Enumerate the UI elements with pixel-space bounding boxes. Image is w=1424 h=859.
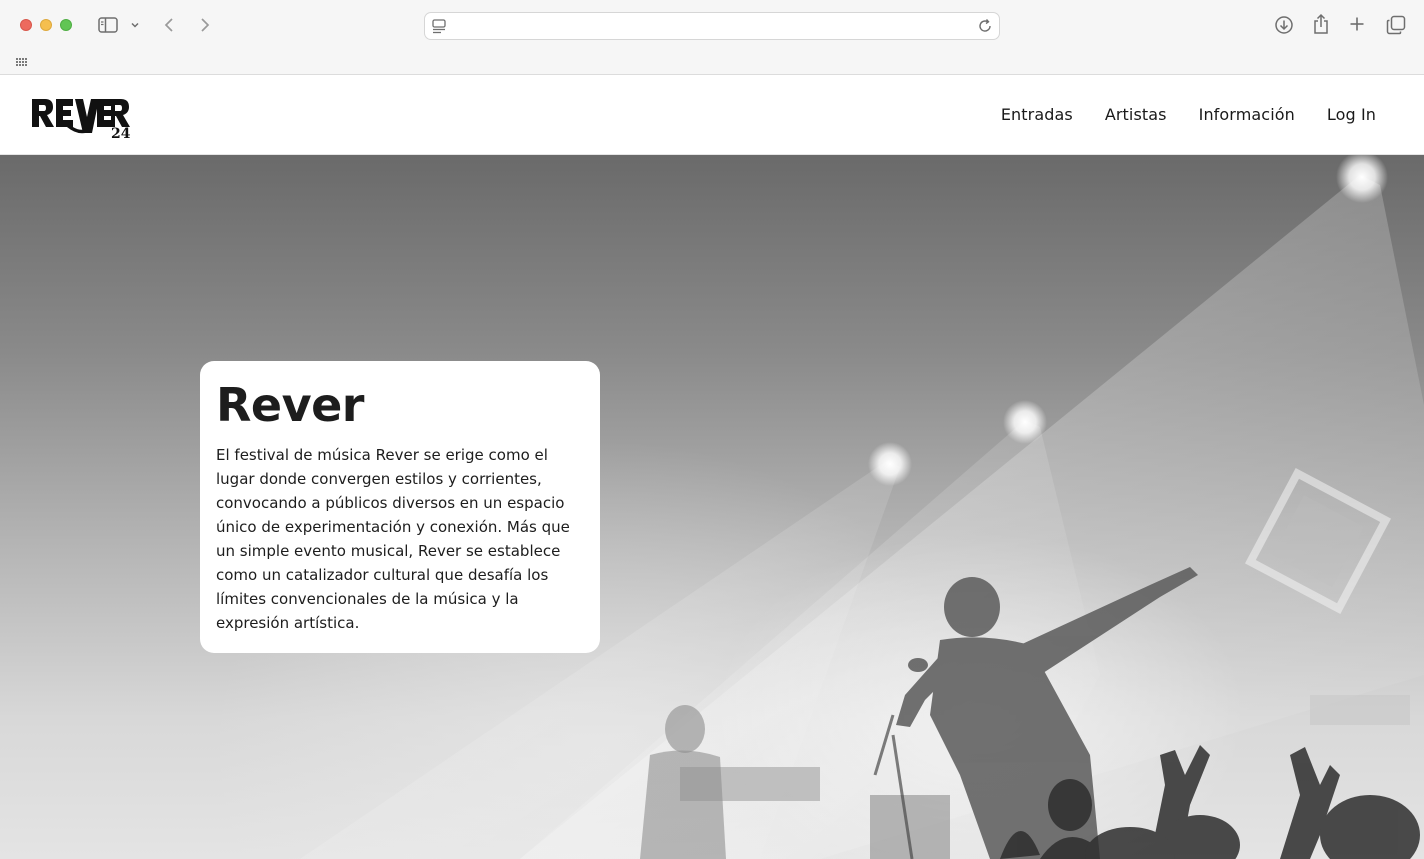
nav-link-informacion[interactable]: Información xyxy=(1199,105,1295,124)
download-icon[interactable] xyxy=(1273,14,1295,36)
minimize-window-button[interactable] xyxy=(40,19,52,31)
chevron-down-icon[interactable] xyxy=(129,19,141,31)
logo-mark: 24 xyxy=(32,99,131,142)
sidebar-icon[interactable] xyxy=(97,16,119,34)
nav-link-login[interactable]: Log In xyxy=(1327,105,1376,124)
plus-icon[interactable] xyxy=(1348,15,1366,33)
intro-card: Rever El festival de música Rever se eri… xyxy=(200,361,600,653)
zoom-window-button[interactable] xyxy=(60,19,72,31)
share-icon[interactable] xyxy=(1311,12,1331,36)
address-bar[interactable] xyxy=(424,12,1000,40)
nav-link-entradas[interactable]: Entradas xyxy=(1001,105,1073,124)
tab-overview-icon[interactable] xyxy=(1385,14,1406,35)
hero-description: El festival de música Rever se erige com… xyxy=(216,446,570,632)
main-nav: Entradas Artistas Información Log In xyxy=(1001,75,1376,154)
close-window-button[interactable] xyxy=(20,19,32,31)
back-arrow-icon[interactable] xyxy=(161,15,177,35)
svg-text:24: 24 xyxy=(111,126,131,139)
page-icon xyxy=(432,19,446,39)
grid-icon[interactable] xyxy=(16,54,30,72)
site-header: 24 Entradas Artistas Información Log In xyxy=(0,75,1424,155)
hero-title: Rever xyxy=(216,378,365,432)
reload-icon[interactable] xyxy=(977,18,993,39)
window-controls xyxy=(20,19,72,31)
browser-toolbar xyxy=(0,0,1424,75)
site-logo[interactable]: 24 xyxy=(31,97,135,144)
hero-section: Rever El festival de música Rever se eri… xyxy=(0,155,1424,859)
nav-link-artistas[interactable]: Artistas xyxy=(1105,105,1167,124)
forward-arrow-icon[interactable] xyxy=(197,15,213,35)
